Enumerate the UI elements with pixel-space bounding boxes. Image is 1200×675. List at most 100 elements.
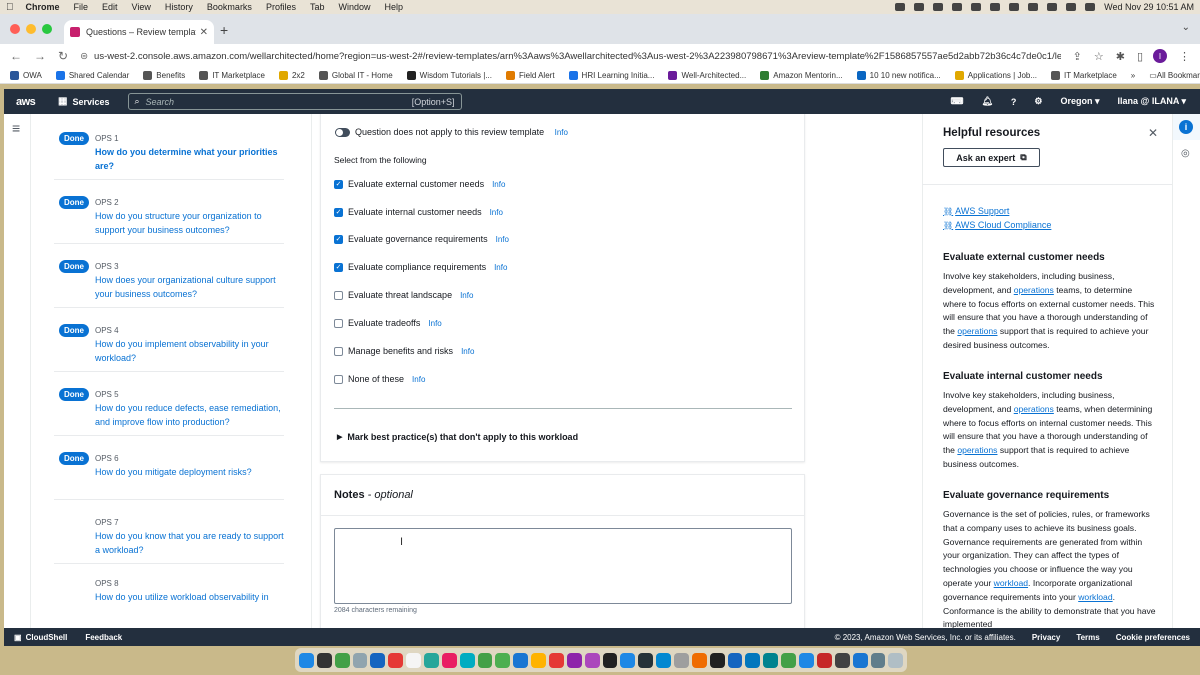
dock-app-icon[interactable] (727, 652, 743, 668)
choice-option[interactable]: None of these Info (334, 372, 425, 386)
new-tab-button[interactable]: + (220, 22, 228, 38)
info-link[interactable]: Info (492, 180, 505, 189)
profile-avatar[interactable]: I (1153, 49, 1167, 63)
dock-app-icon[interactable] (406, 652, 422, 668)
bookmark-item[interactable]: Field Alert (505, 71, 555, 80)
tab-close-icon[interactable]: ✕ (200, 27, 208, 38)
bookmark-item[interactable]: Benefits (143, 71, 185, 80)
control-center-icon[interactable] (1085, 3, 1096, 11)
notes-textarea[interactable]: I (334, 528, 792, 604)
glossary-link[interactable]: workload (994, 578, 1028, 588)
info-link[interactable]: Info (496, 235, 509, 244)
question-link[interactable]: How do you determine what your prioritie… (95, 146, 285, 173)
dock-app-icon[interactable] (370, 652, 386, 668)
not-apply-best-practices-expander[interactable]: ▶ Mark best practice(s) that don't apply… (337, 432, 578, 442)
not-applicable-toggle[interactable] (335, 128, 350, 137)
bookmark-item[interactable]: IT Marketplace (199, 71, 265, 80)
cookie-preferences-link[interactable]: Cookie preferences (1116, 633, 1190, 642)
bookmark-star-icon[interactable]: ☆ (1094, 50, 1104, 63)
checkbox-checked-icon[interactable]: ✓ (334, 234, 343, 244)
dock-app-icon[interactable] (566, 652, 582, 668)
checkbox-unchecked-icon[interactable] (334, 290, 343, 300)
wifi-icon[interactable] (1047, 3, 1058, 11)
choice-label[interactable]: Evaluate threat landscape (348, 290, 452, 300)
bookmark-item[interactable]: HRI Learning Initia... (568, 71, 654, 80)
choice-label[interactable]: Evaluate internal customer needs (348, 207, 482, 217)
side-panel-icon[interactable]: ▯ (1137, 50, 1143, 63)
dock-app-icon[interactable] (834, 652, 850, 668)
dock-app-icon[interactable] (799, 652, 814, 668)
dock-app-icon[interactable] (763, 652, 779, 668)
menubar-window[interactable]: Window (338, 2, 370, 12)
menubar-help[interactable]: Help (384, 2, 403, 12)
dock-app-icon[interactable] (638, 652, 654, 668)
choice-label[interactable]: Manage benefits and risks (348, 346, 453, 356)
compass-icon[interactable]: ◎ (1181, 148, 1190, 159)
choice-option[interactable]: ✓ Evaluate internal customer needs Info (334, 205, 503, 219)
checkbox-unchecked-icon[interactable] (334, 318, 343, 328)
console-search-input[interactable]: ⌕ Search [Option+S] (127, 93, 462, 110)
bluetooth-icon[interactable] (1009, 3, 1020, 11)
info-link[interactable]: Info (490, 208, 503, 217)
dock-app-icon[interactable] (299, 652, 314, 668)
bookmark-item[interactable]: Applications | Job... (954, 71, 1037, 80)
dock-app-icon[interactable] (424, 652, 439, 668)
window-minimize-button[interactable] (26, 24, 36, 34)
dock-app-icon[interactable] (316, 652, 332, 668)
address-bar[interactable]: ⊜ us-west-2.console.aws.amazon.com/wella… (80, 46, 1061, 66)
dock-app-icon[interactable] (816, 652, 832, 668)
menubar-history[interactable]: History (165, 2, 193, 12)
dock-app-icon[interactable] (459, 652, 475, 668)
dock-app-icon[interactable] (852, 652, 868, 668)
bookmark-item[interactable]: Well-Architected... (668, 71, 746, 80)
question-link[interactable]: How do you utilize workload observabilit… (95, 591, 285, 605)
checkbox-checked-icon[interactable]: ✓ (334, 262, 343, 272)
status-icon[interactable] (895, 3, 906, 11)
terms-link[interactable]: Terms (1076, 633, 1099, 642)
hamburger-menu-icon[interactable]: ≡ (12, 120, 20, 136)
menubar-file[interactable]: File (74, 2, 89, 12)
info-link[interactable]: Info (494, 263, 507, 272)
glossary-link[interactable]: operations (1014, 285, 1054, 295)
question-link[interactable]: How do you know that you are ready to su… (95, 530, 285, 557)
tab-search-chevron-icon[interactable]: ⌄ (1182, 22, 1190, 33)
question-link[interactable]: How do you reduce defects, ease remediat… (95, 402, 285, 429)
checkbox-checked-icon[interactable]: ✓ (334, 207, 343, 217)
bookmark-item[interactable]: IT Marketplace (1051, 71, 1117, 80)
choice-option[interactable]: ✓ Evaluate governance requirements Info (334, 232, 509, 246)
question-nav-item[interactable]: Done OPS 3 How does your organizational cu… (54, 248, 286, 308)
browser-menu-icon[interactable]: ⋮ (1179, 50, 1190, 63)
dock-app-icon[interactable] (352, 652, 368, 668)
search-icon[interactable] (1066, 3, 1077, 11)
menubar-tab[interactable]: Tab (310, 2, 325, 12)
dock-app-icon[interactable] (477, 652, 493, 668)
dock-app-icon[interactable] (870, 652, 886, 668)
bookmarks-overflow-chevron-icon[interactable]: » (1131, 71, 1135, 80)
feedback-link[interactable]: Feedback (85, 633, 122, 642)
battery-icon[interactable] (1028, 3, 1039, 11)
info-link[interactable]: Info (555, 128, 568, 137)
dock-app-icon[interactable] (602, 652, 618, 668)
question-nav-item[interactable]: Done OPS 5 How do you reduce defects, ease… (54, 376, 286, 436)
bookmark-item[interactable]: 2x2 (278, 71, 305, 80)
checkbox-unchecked-icon[interactable] (334, 374, 343, 384)
resource-link[interactable]: ⛓ AWS Cloud Compliance (943, 220, 1051, 230)
dock-app-icon[interactable] (584, 652, 600, 668)
dock-app-icon[interactable] (549, 652, 564, 668)
cloudshell-icon[interactable]: ⌨ (950, 96, 963, 107)
choice-label[interactable]: Evaluate compliance requirements (348, 262, 486, 272)
glossary-link[interactable]: operations (957, 445, 997, 455)
choice-option[interactable]: ✓ Evaluate compliance requirements Info (334, 260, 507, 274)
moon-icon[interactable] (971, 3, 982, 11)
dock-app-icon[interactable] (334, 652, 350, 668)
help-icon[interactable]: ? (1011, 97, 1017, 107)
choice-option[interactable]: Manage benefits and risks Info (334, 344, 474, 358)
info-link[interactable]: Info (460, 291, 473, 300)
bookmark-item[interactable]: OWA (10, 71, 42, 80)
share-icon[interactable]: ⇪ (1073, 50, 1082, 63)
choice-option[interactable]: Evaluate tradeoffs Info (334, 316, 442, 330)
info-icon[interactable]: i (1179, 120, 1193, 134)
close-icon[interactable]: ✕ (1148, 126, 1158, 140)
window-zoom-button[interactable] (42, 24, 52, 34)
dock-app-icon[interactable] (388, 652, 404, 668)
